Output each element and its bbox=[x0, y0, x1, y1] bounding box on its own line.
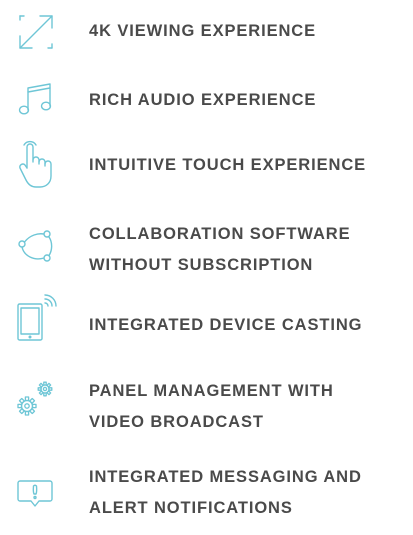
alert-message-icon bbox=[8, 466, 64, 522]
feature-label-line: INTEGRATED DEVICE CASTING bbox=[89, 316, 363, 334]
feature-label-line: 4K VIEWING EXPERIENCE bbox=[89, 22, 317, 40]
feature-label-line: INTUITIVE TOUCH EXPERIENCE bbox=[89, 156, 367, 174]
tablet-casting-icon bbox=[8, 292, 64, 348]
feature-label-line: COLLABORATION SOFTWARE bbox=[89, 225, 351, 243]
feature-label-line: VIDEO BROADCAST bbox=[89, 413, 264, 431]
music-note-icon bbox=[8, 72, 64, 128]
feature-label-line: RICH AUDIO EXPERIENCE bbox=[89, 91, 317, 109]
feature-label-line: WITHOUT SUBSCRIPTION bbox=[89, 256, 314, 274]
feature-label: COLLABORATION SOFTWARE WITHOUT SUBSCRIPT… bbox=[89, 219, 403, 281]
expand-arrows-icon bbox=[8, 4, 64, 60]
feature-label-line: PANEL MANAGEMENT WITH bbox=[89, 382, 334, 400]
touch-hand-icon bbox=[8, 136, 64, 192]
feature-label: INTEGRATED DEVICE CASTING bbox=[89, 310, 403, 341]
feature-list: 4K VIEWING EXPERIENCE RICH AUDIO EXPERIE… bbox=[0, 0, 413, 535]
feature-label: INTUITIVE TOUCH EXPERIENCE bbox=[89, 150, 403, 181]
feature-label: INTEGRATED MESSAGING AND ALERT NOTIFICAT… bbox=[89, 462, 403, 524]
feature-label: 4K VIEWING EXPERIENCE bbox=[89, 16, 403, 47]
feature-label: PANEL MANAGEMENT WITH VIDEO BROADCAST bbox=[89, 376, 403, 438]
gears-icon bbox=[8, 370, 64, 426]
feature-label: RICH AUDIO EXPERIENCE bbox=[89, 85, 403, 116]
collaboration-network-icon bbox=[8, 220, 64, 276]
feature-label-line: ALERT NOTIFICATIONS bbox=[89, 499, 293, 517]
feature-label-line: INTEGRATED MESSAGING AND bbox=[89, 468, 362, 486]
